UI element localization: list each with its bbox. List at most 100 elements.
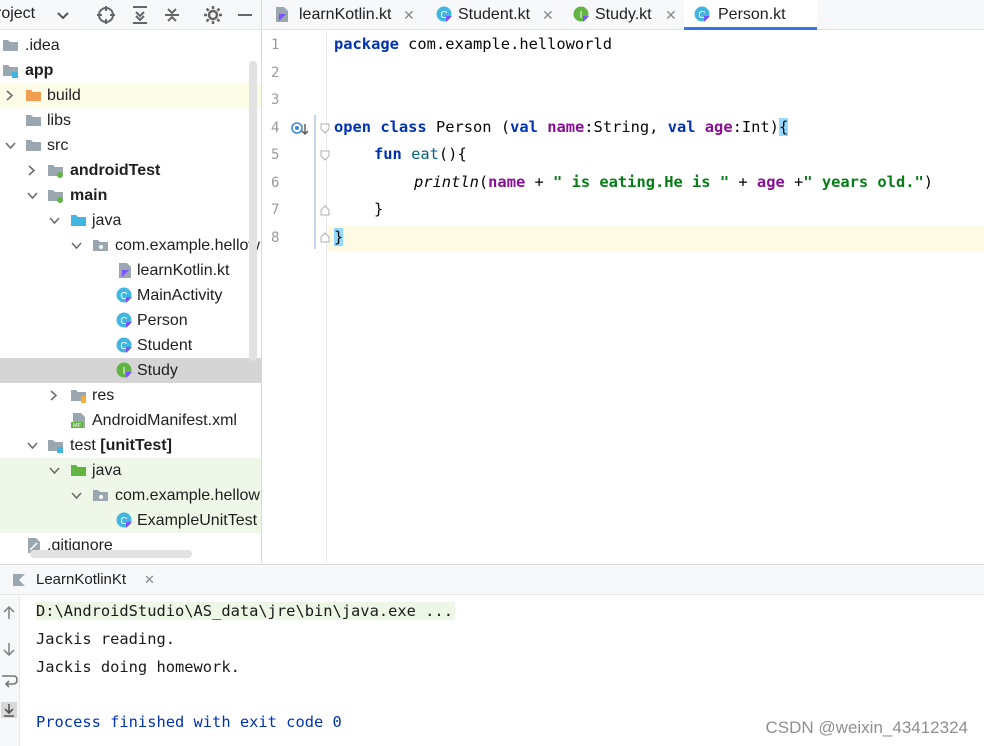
run-toolbar — [0, 596, 20, 746]
tree-item-study[interactable]: I Study — [0, 358, 261, 383]
brace-token: } — [334, 228, 344, 246]
scope-indicator — [314, 115, 316, 249]
collapse-all-icon[interactable] — [161, 4, 183, 26]
property-token: age — [756, 173, 785, 191]
operator-token: + — [784, 173, 804, 191]
soft-wrap-icon[interactable] — [0, 672, 18, 690]
horizontal-scrollbar[interactable] — [30, 550, 192, 558]
kotlin-interface-icon: I — [116, 362, 132, 378]
chevron-down-icon[interactable] — [3, 133, 17, 158]
chevron-down-icon[interactable] — [25, 433, 39, 458]
tree-item-label: Student — [137, 337, 193, 354]
line-number: 6 — [271, 175, 280, 191]
line-number: 5 — [271, 147, 280, 163]
excluded-folder-icon — [26, 90, 41, 101]
test-folder-icon — [48, 165, 63, 178]
chevron-right-icon[interactable] — [47, 383, 61, 408]
fold-marker-icon[interactable] — [320, 150, 330, 162]
project-view-selector[interactable]: roject — [0, 5, 35, 23]
chevron-right-icon[interactable] — [25, 158, 39, 183]
close-icon[interactable]: ✕ — [144, 565, 155, 595]
tree-item-libs[interactable]: libs — [0, 108, 261, 133]
kotlin-class-icon: C — [116, 287, 132, 303]
tree-item-label: test [unitTest] — [70, 433, 172, 458]
tree-item-label: Study — [137, 362, 178, 379]
tree-item-label: AndroidManifest.xml — [92, 412, 237, 429]
tree-item-label-suffix: [unitTest] — [100, 437, 172, 454]
tree-item-package[interactable]: com.example.hellow — [0, 233, 261, 258]
fold-marker-icon[interactable] — [320, 123, 330, 135]
chevron-down-icon[interactable] — [47, 458, 61, 483]
editor-tab-bar: learnKotlin.kt ✕ C Student.kt ✕ I Study.… — [263, 0, 984, 30]
tab-learnkotlin[interactable]: learnKotlin.kt ✕ — [263, 0, 426, 30]
caret-line-highlight — [263, 226, 984, 251]
implemented-marker-icon[interactable] — [290, 121, 310, 137]
package-name-token: com.example.helloworld — [398, 35, 612, 53]
tree-item-exampleunittest[interactable]: C ExampleUnitTest — [0, 508, 261, 533]
minimize-icon[interactable] — [234, 4, 256, 26]
fold-marker-icon[interactable] — [320, 204, 330, 216]
line-number: 3 — [271, 92, 280, 108]
folder-icon — [3, 40, 18, 51]
tree-item-manifest[interactable]: MF AndroidManifest.xml — [0, 408, 261, 433]
tree-item-learnkotlin[interactable]: learnKotlin.kt — [0, 258, 261, 283]
brace-token: } — [374, 200, 384, 218]
keyword-token: fun — [374, 145, 402, 163]
kotlin-class-icon: C — [116, 512, 132, 528]
tree-item-label: ExampleUnitTest — [137, 512, 258, 529]
function-call-token: println — [414, 173, 479, 191]
property-token: name — [488, 173, 526, 191]
chevron-down-icon[interactable] — [47, 208, 61, 233]
operator-token: + — [729, 173, 757, 191]
tree-item-androidtest[interactable]: androidTest — [0, 158, 261, 183]
fold-marker-icon[interactable] — [320, 231, 330, 243]
tree-item-app[interactable]: app — [0, 58, 261, 83]
string-token: " is eating.He is " — [553, 173, 730, 191]
run-panel-header: LearnKotlinKt ✕ — [0, 564, 984, 595]
console-exit-line: Process finished with exit code 0 — [36, 713, 342, 731]
tree-item-label: build — [47, 87, 81, 104]
tree-item-res[interactable]: res — [0, 383, 261, 408]
tree-item-label: res — [92, 387, 115, 404]
chevron-down-icon[interactable] — [69, 483, 83, 508]
tree-item-label: main — [70, 187, 108, 204]
close-icon[interactable]: ✕ — [403, 0, 415, 30]
chevron-down-icon[interactable] — [25, 183, 39, 208]
punctuation-token: ( — [478, 173, 489, 191]
tree-item-build[interactable]: build — [0, 83, 261, 108]
project-toolbar: roject — [0, 0, 262, 30]
expand-all-icon[interactable] — [129, 4, 151, 26]
tree-item-main[interactable]: main — [0, 183, 261, 208]
tab-student[interactable]: C Student.kt ✕ — [426, 0, 563, 30]
chevron-right-icon[interactable] — [3, 83, 17, 108]
chevron-down-icon[interactable] — [52, 4, 74, 26]
folder-icon — [26, 115, 41, 126]
scroll-to-end-icon[interactable] — [0, 701, 18, 719]
kotlin-file-icon — [119, 263, 131, 278]
tree-item-student[interactable]: C Student — [0, 333, 261, 358]
arrow-down-icon[interactable] — [0, 640, 18, 658]
kotlin-class-icon: C — [116, 312, 132, 328]
tree-item-test-java[interactable]: java — [0, 458, 261, 483]
kotlin-class-icon: C — [436, 6, 452, 22]
tree-item-src[interactable]: src — [0, 133, 261, 158]
tree-item-mainactivity[interactable]: C MainActivity — [0, 283, 261, 308]
locate-file-icon[interactable] — [95, 4, 117, 26]
tree-item-test[interactable]: test [unitTest] — [0, 433, 261, 458]
tree-item-test-package[interactable]: com.example.hellow — [0, 483, 261, 508]
svg-text:I: I — [123, 366, 126, 377]
punctuation-token: (){ — [438, 145, 467, 163]
vertical-scrollbar[interactable] — [249, 61, 257, 361]
chevron-down-icon[interactable] — [69, 233, 83, 258]
close-icon[interactable]: ✕ — [542, 0, 554, 30]
tab-person[interactable]: C Person.kt — [684, 0, 817, 30]
tree-item-java[interactable]: java — [0, 208, 261, 233]
tree-item-idea[interactable]: .idea — [0, 33, 261, 58]
arrow-up-icon[interactable] — [0, 604, 18, 622]
tree-item-person[interactable]: C Person — [0, 308, 261, 333]
tab-study[interactable]: I Study.kt ✕ — [563, 0, 684, 30]
gear-icon[interactable] — [202, 4, 224, 26]
code-editor[interactable]: 1 2 3 4 5 6 7 8 package com.example.hell… — [263, 31, 984, 563]
tab-label: Study.kt — [595, 6, 652, 23]
close-icon[interactable]: ✕ — [665, 0, 677, 30]
